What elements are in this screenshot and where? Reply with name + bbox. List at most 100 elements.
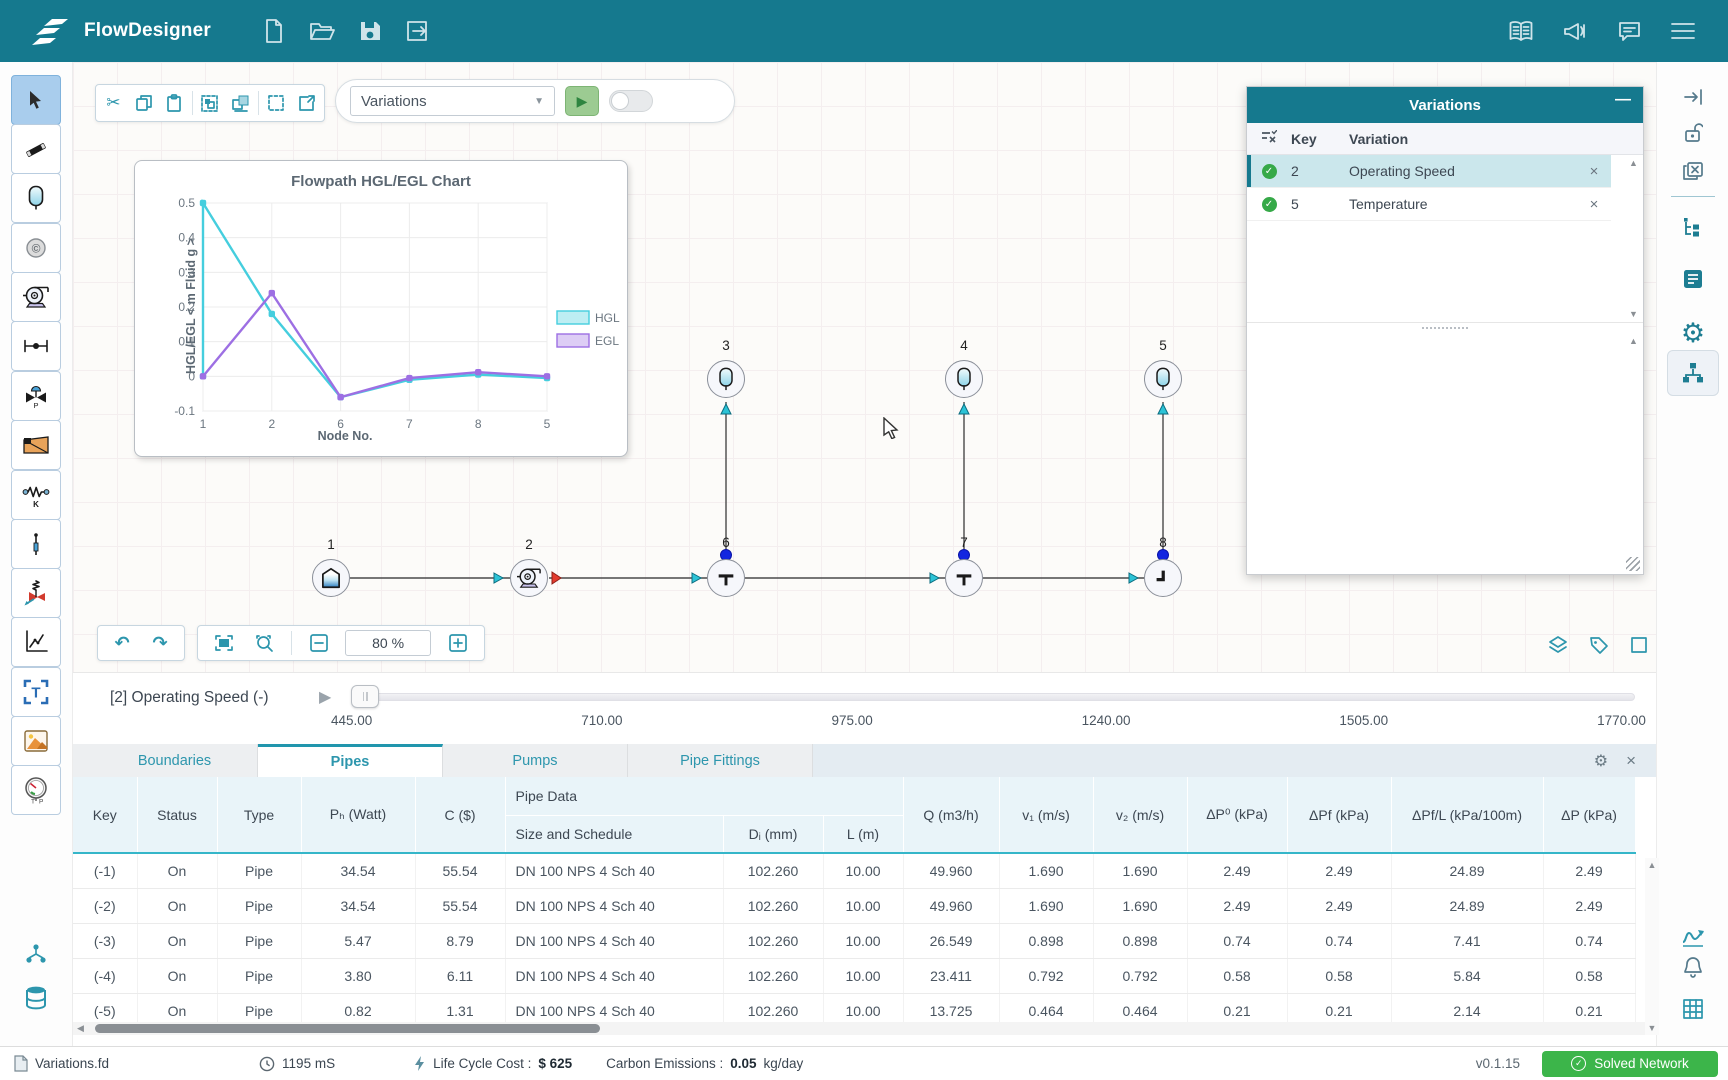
tab-pumps[interactable]: Pumps (443, 744, 628, 777)
settings-gear-icon[interactable]: ⚙ (1678, 318, 1708, 348)
node-elbow-8[interactable] (1144, 559, 1182, 597)
node-tank-1[interactable] (312, 559, 350, 597)
col-di[interactable]: Dᵢ (mm) (723, 815, 823, 853)
redo-icon[interactable]: ↷ (146, 629, 174, 657)
col-l[interactable]: L (m) (823, 815, 903, 853)
resistance-tool-button[interactable]: K (11, 470, 61, 520)
zoom-out-icon[interactable] (305, 629, 333, 657)
lock-open-icon[interactable] (1678, 118, 1708, 148)
col-dp0[interactable]: ΔP⁰ (kPa) (1187, 777, 1287, 853)
variations-panel[interactable]: Variations — Key Variation ✓2Operating S… (1246, 86, 1644, 575)
col-q[interactable]: Q (m3/h) (903, 777, 999, 853)
col-type[interactable]: Type (217, 777, 301, 853)
table-settings-gear-icon[interactable]: ⚙ (1594, 751, 1608, 771)
node-vessel-4[interactable] (945, 360, 983, 398)
clear-images-icon[interactable] (1678, 156, 1708, 186)
vessel-tool-button[interactable] (11, 173, 61, 223)
chart-tool-button[interactable] (11, 617, 61, 667)
col-v2[interactable]: v₂ (m/s) (1093, 777, 1187, 853)
variation-row[interactable]: ✓5Temperature× (1247, 188, 1611, 221)
table-row[interactable]: (-2)OnPipe34.5455.54DN 100 NPS 4 Sch 401… (73, 888, 1635, 923)
valve-tool-button[interactable] (11, 321, 61, 371)
zoom-to-selection-icon[interactable] (251, 629, 279, 657)
close-table-icon[interactable]: × (1626, 751, 1636, 771)
scroll-down-icon[interactable]: ▼ (1629, 309, 1638, 319)
export-selection-icon[interactable] (294, 90, 320, 116)
relief-valve-tool-button[interactable] (11, 568, 61, 618)
group-icon[interactable] (197, 90, 223, 116)
data-grid-icon[interactable] (1678, 994, 1708, 1024)
remove-variation-icon[interactable]: × (1577, 163, 1611, 180)
col-dpfl[interactable]: ΔPf/L (kPa/100m) (1391, 777, 1543, 853)
node-tee-7[interactable] (945, 559, 983, 597)
zoom-level-input[interactable] (345, 630, 431, 656)
documentation-icon[interactable] (1506, 16, 1536, 46)
scrollbar-thumb[interactable] (95, 1024, 600, 1033)
database-icon[interactable] (22, 984, 50, 1012)
tab-boundaries[interactable]: Boundaries (92, 744, 258, 777)
table-vertical-scrollbar[interactable]: ▲ ▼ (1645, 858, 1659, 1035)
connector-tool-button[interactable]: © (11, 223, 61, 273)
table-row[interactable]: (-4)OnPipe3.806.11DN 100 NPS 4 Sch 40102… (73, 958, 1635, 993)
col-cost[interactable]: C ($) (415, 777, 505, 853)
report-icon[interactable] (1678, 264, 1708, 294)
tab-pipe-fittings[interactable]: Pipe Fittings (628, 744, 813, 777)
minimize-icon[interactable]: — (1615, 91, 1631, 109)
pipes-results-table[interactable]: Key Status Type Pₕ (Watt) C ($) Pipe Dat… (73, 777, 1645, 1033)
frame-icon[interactable] (1624, 632, 1654, 658)
variation-enabled-icon[interactable]: ✓ (1247, 197, 1291, 212)
scroll-left-icon[interactable]: ◀ (77, 1023, 84, 1034)
control-valve-tool-button[interactable]: P (11, 371, 61, 421)
copy-icon[interactable] (131, 90, 157, 116)
scroll-up-icon[interactable]: ▲ (1629, 158, 1638, 168)
paste-icon[interactable] (161, 90, 187, 116)
variation-dropdown[interactable]: Variations ▼ (350, 86, 555, 116)
col-dp[interactable]: ΔP (kPa) (1543, 777, 1635, 853)
select-tool-button[interactable] (11, 75, 61, 125)
scroll-up-icon[interactable]: ▲ (1648, 860, 1657, 870)
pump-tool-button[interactable] (11, 272, 61, 322)
new-file-icon[interactable] (259, 16, 289, 46)
save-icon[interactable] (355, 16, 385, 46)
main-menu-icon[interactable] (1668, 16, 1698, 46)
orifice-tool-button[interactable] (11, 420, 61, 470)
col-status[interactable]: Status (137, 777, 217, 853)
zoom-in-icon[interactable] (444, 629, 472, 657)
open-file-icon[interactable] (307, 16, 337, 46)
slider-handle[interactable] (351, 685, 379, 708)
node-tee-6[interactable] (707, 559, 745, 597)
variations-scrollbar[interactable]: ▲ ▼ (1626, 155, 1641, 322)
cut-icon[interactable]: ✂ (100, 90, 126, 116)
node-pump-2[interactable] (510, 559, 548, 597)
details-scrollbar[interactable]: ▲ (1626, 333, 1641, 552)
probe-tool-button[interactable] (11, 519, 61, 569)
resize-handle[interactable] (1626, 557, 1640, 571)
variations-panel-header[interactable]: Variations — (1247, 87, 1643, 123)
solved-status-badge[interactable]: ✓ Solved Network (1542, 1051, 1718, 1077)
col-ph[interactable]: Pₕ (Watt) (301, 777, 415, 853)
node-vessel-3[interactable] (707, 360, 745, 398)
panel-splitter[interactable] (1247, 323, 1643, 333)
filter-check-icon[interactable] (1247, 130, 1291, 147)
node-vessel-5[interactable] (1144, 360, 1182, 398)
collapse-panel-icon[interactable] (1678, 82, 1708, 112)
undo-icon[interactable]: ↶ (108, 629, 136, 657)
col-size-schedule[interactable]: Size and Schedule (505, 815, 723, 853)
tab-pipes[interactable]: Pipes (258, 744, 443, 777)
ungroup-icon[interactable] (227, 90, 253, 116)
fit-to-screen-icon[interactable] (210, 629, 238, 657)
table-horizontal-scrollbar[interactable]: ◀ (73, 1022, 1645, 1035)
layers-icon[interactable] (1543, 632, 1573, 658)
pipe-tool-button[interactable] (11, 124, 61, 174)
scroll-down-icon[interactable]: ▼ (1648, 1023, 1657, 1033)
text-tool-button[interactable]: T (11, 667, 61, 717)
table-row[interactable]: (-3)OnPipe5.478.79DN 100 NPS 4 Sch 40102… (73, 923, 1635, 958)
marquee-select-icon[interactable] (263, 90, 289, 116)
col-dpf[interactable]: ΔPf (kPa) (1287, 777, 1391, 853)
flowpath-chart-panel[interactable]: Flowpath HGL/EGL Chart HGL/EGL < m Fluid… (134, 160, 628, 457)
image-tool-button[interactable] (11, 716, 61, 766)
col-v1[interactable]: v₁ (m/s) (999, 777, 1093, 853)
network-view-icon[interactable] (1678, 358, 1708, 388)
notifications-bell-icon[interactable] (1678, 952, 1708, 982)
export-icon[interactable] (403, 16, 433, 46)
